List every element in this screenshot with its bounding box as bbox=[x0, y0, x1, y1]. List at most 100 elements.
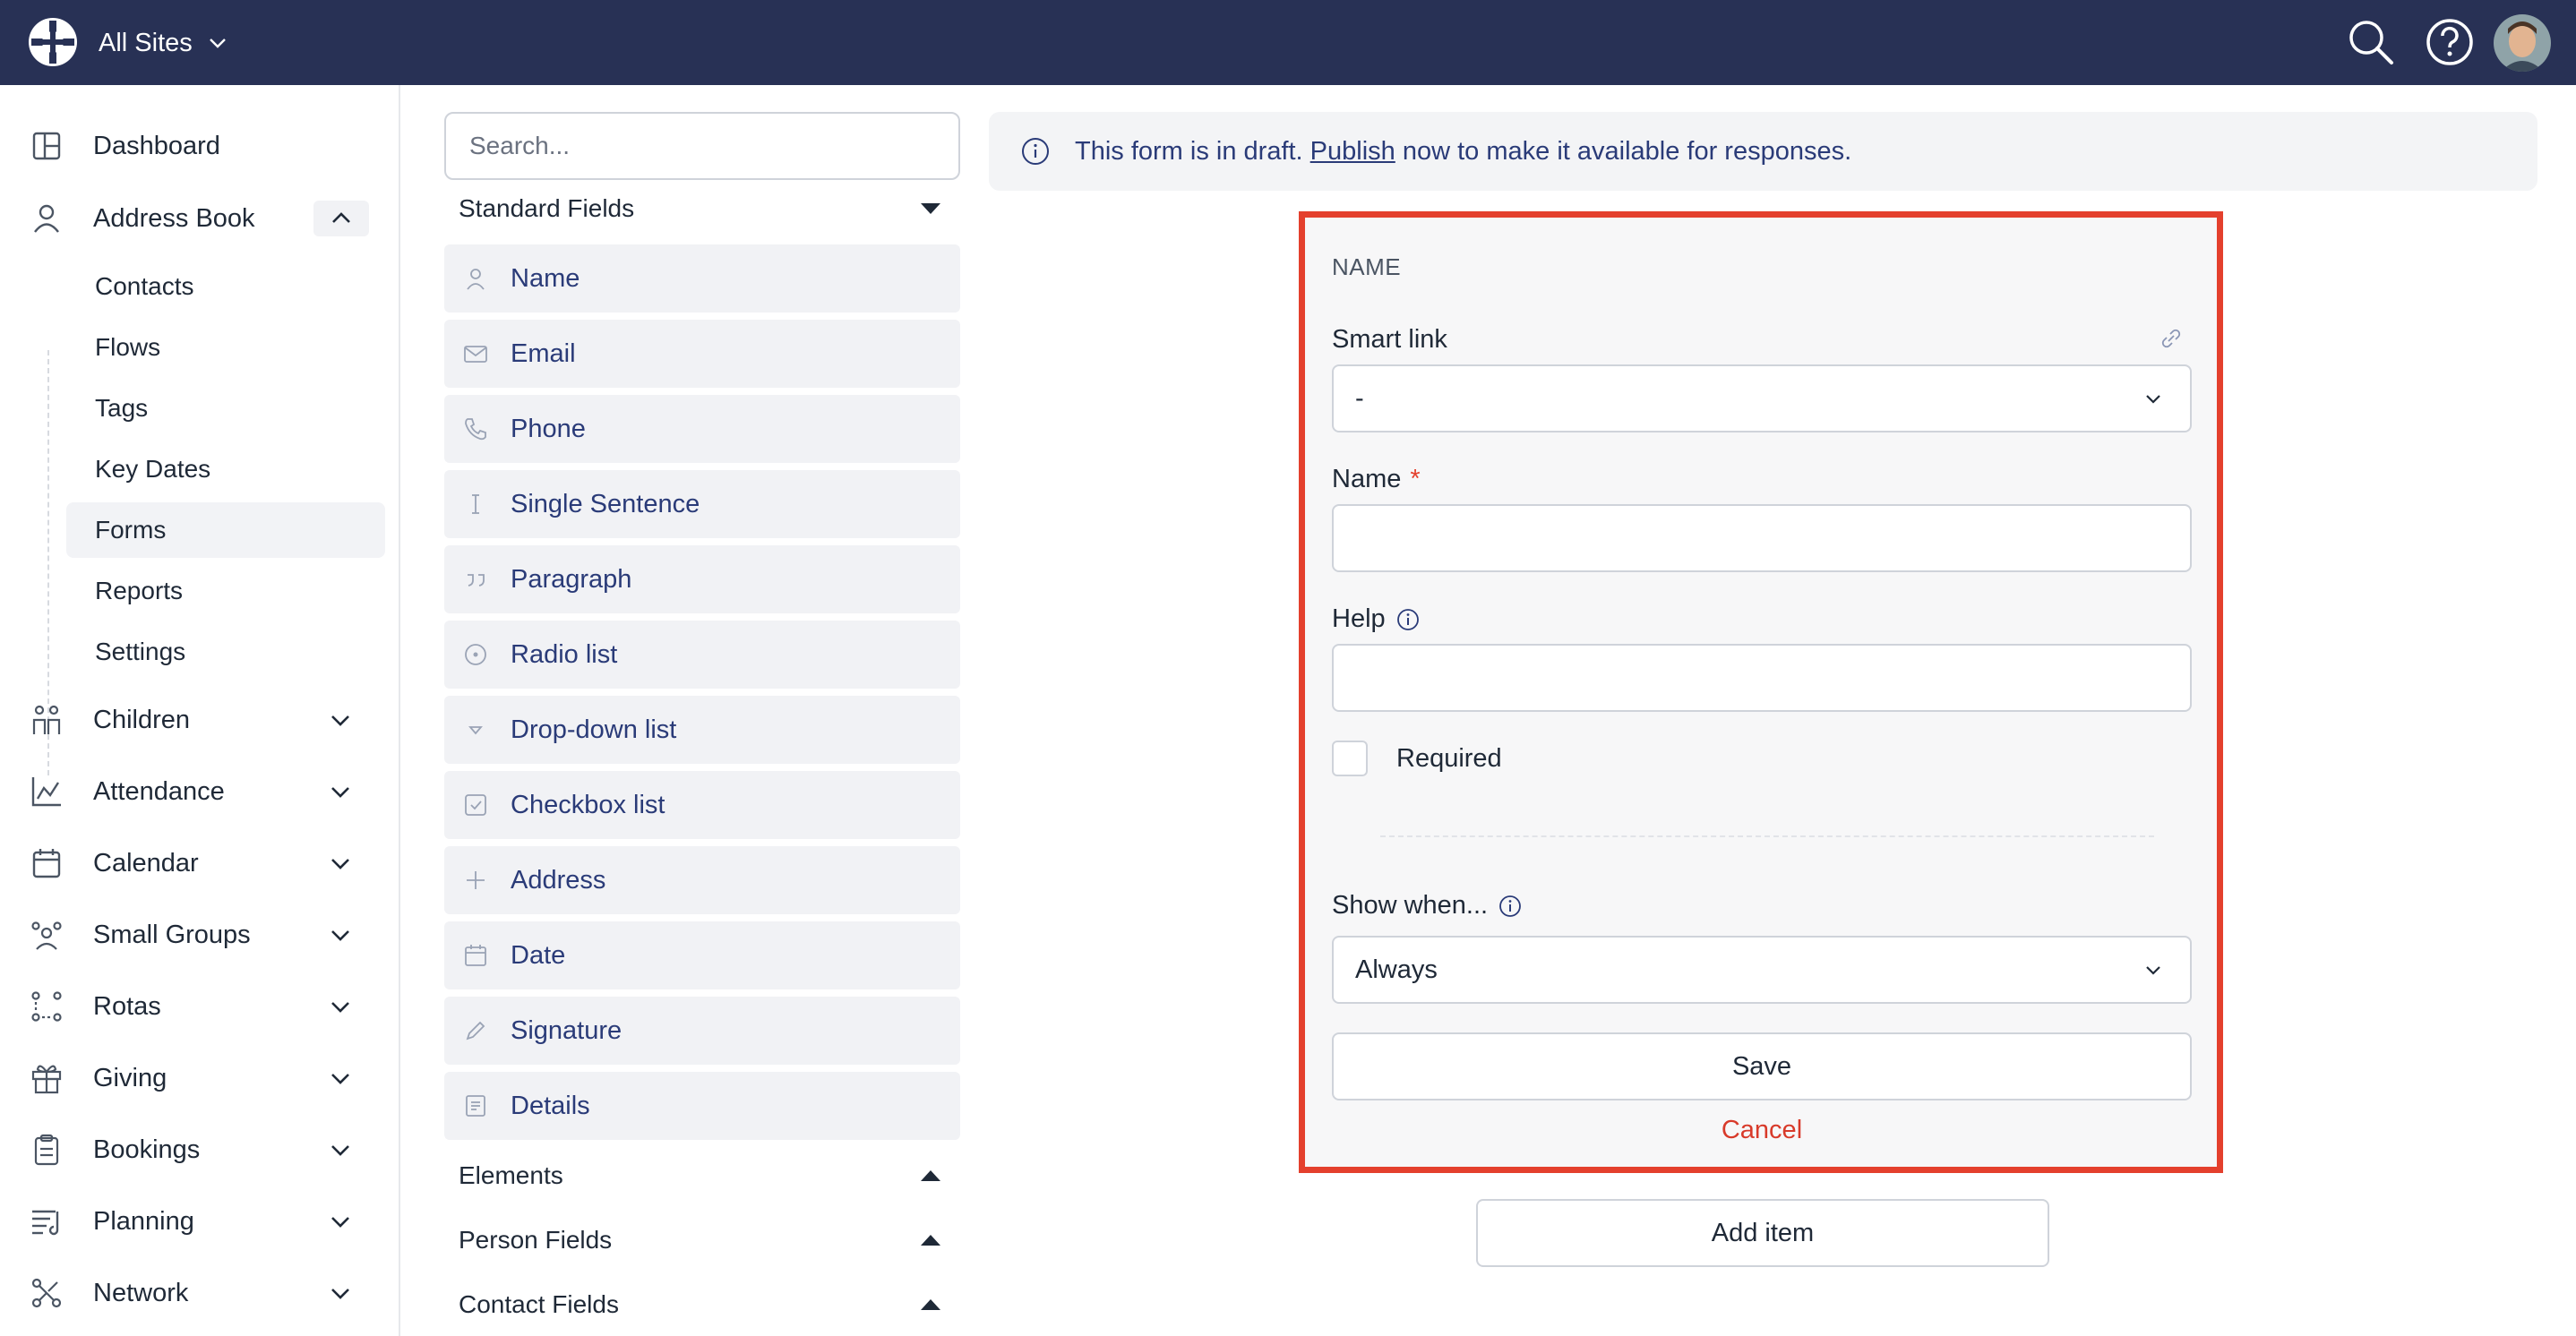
field-item-label: Paragraph bbox=[511, 564, 632, 594]
sidebar-item-bookings[interactable]: Bookings bbox=[0, 1118, 399, 1181]
planning-icon bbox=[32, 1210, 59, 1236]
sidebar-item-label: Children bbox=[93, 705, 190, 734]
sidebar-item-dashboard[interactable]: Dashboard bbox=[0, 115, 399, 177]
sidebar-item-label: Network bbox=[93, 1278, 189, 1307]
smart-link-label-text: Smart link bbox=[1332, 325, 1447, 354]
field-item-label: Phone bbox=[511, 414, 586, 443]
gift-icon bbox=[31, 1065, 62, 1094]
field-item-name[interactable]: Name bbox=[444, 244, 960, 313]
field-item-label: Address bbox=[511, 865, 606, 895]
field-search-input[interactable] bbox=[444, 112, 960, 180]
sidebar-item-label: Calendar bbox=[93, 848, 199, 878]
sidebar-subitem-forms[interactable]: Forms bbox=[66, 502, 385, 558]
calendar-icon bbox=[465, 945, 486, 966]
dashboard-icon bbox=[32, 132, 61, 160]
chevron-down-icon bbox=[331, 1217, 349, 1228]
quote-icon bbox=[468, 574, 485, 587]
sidebar-subitem-flows[interactable]: Flows bbox=[66, 320, 385, 375]
field-item-checkbox-list[interactable]: Checkbox list bbox=[444, 771, 960, 839]
help-icon[interactable] bbox=[2424, 16, 2476, 68]
chevron-down-icon bbox=[2146, 966, 2160, 975]
sidebar-item-rotas[interactable]: Rotas bbox=[0, 975, 399, 1038]
show-when-select[interactable]: Always bbox=[1332, 936, 2192, 1004]
logo-icon[interactable] bbox=[26, 15, 80, 69]
sidebar-item-label: Attendance bbox=[93, 776, 225, 806]
field-item-paragraph[interactable]: Paragraph bbox=[444, 545, 960, 613]
avatar[interactable] bbox=[2494, 14, 2551, 72]
link-icon[interactable] bbox=[2158, 325, 2185, 352]
publish-link[interactable]: Publish bbox=[1310, 137, 1395, 166]
sidebar-item-label: Dashboard bbox=[93, 131, 220, 160]
standard-fields-heading[interactable]: Standard Fields bbox=[444, 182, 960, 236]
elements-heading[interactable]: Elements bbox=[444, 1149, 960, 1203]
sidebar-item-address-book[interactable]: Address Book bbox=[0, 187, 399, 250]
sidebar-item-network[interactable]: Network bbox=[0, 1262, 399, 1324]
field-item-date[interactable]: Date bbox=[444, 921, 960, 989]
name-input[interactable] bbox=[1332, 504, 2192, 572]
field-item-address[interactable]: Address bbox=[444, 846, 960, 914]
required-asterisk: * bbox=[1410, 465, 1421, 493]
checkbox-icon bbox=[465, 794, 486, 816]
divider bbox=[1380, 835, 2154, 837]
cancel-button[interactable]: Cancel bbox=[1332, 1108, 2192, 1152]
info-icon[interactable] bbox=[1395, 606, 1421, 633]
person-fields-label: Person Fields bbox=[459, 1226, 613, 1254]
sidebar-subitem-reports[interactable]: Reports bbox=[66, 563, 385, 619]
sidebar-subitem-contacts[interactable]: Contacts bbox=[66, 259, 385, 314]
required-label: Required bbox=[1396, 744, 1502, 773]
help-input[interactable] bbox=[1332, 644, 2192, 712]
sidebar-item-attendance[interactable]: Attendance bbox=[0, 760, 399, 823]
field-item-radio-list[interactable]: Radio list bbox=[444, 621, 960, 689]
attendance-chart-icon bbox=[31, 777, 61, 807]
field-item-label: Signature bbox=[511, 1015, 623, 1045]
person-fields-heading[interactable]: Person Fields bbox=[444, 1213, 960, 1267]
chevron-down-icon bbox=[331, 1145, 349, 1156]
field-item-drop-down-list[interactable]: Drop-down list bbox=[444, 696, 960, 764]
sidebar-item-small-groups[interactable]: Small Groups bbox=[0, 904, 399, 966]
sidebar-subitem-key-dates[interactable]: Key Dates bbox=[66, 441, 385, 497]
field-item-label: Email bbox=[511, 338, 576, 368]
contact-fields-label: Contact Fields bbox=[459, 1290, 619, 1318]
field-item-signature[interactable]: Signature bbox=[444, 997, 960, 1065]
field-item-label: Name bbox=[511, 263, 580, 293]
info-icon[interactable] bbox=[1497, 893, 1524, 920]
field-item-label: Radio list bbox=[511, 639, 618, 669]
search-icon[interactable] bbox=[2345, 16, 2397, 68]
caret-up-icon bbox=[921, 1170, 940, 1181]
envelope-icon bbox=[464, 346, 487, 363]
add-item-button[interactable]: Add item bbox=[1476, 1199, 2049, 1267]
field-item-email[interactable]: Email bbox=[444, 320, 960, 388]
field-item-phone[interactable]: Phone bbox=[444, 395, 960, 463]
text-cursor-icon bbox=[472, 494, 479, 514]
save-button[interactable]: Save bbox=[1332, 1032, 2192, 1100]
sidebar-subitem-tags[interactable]: Tags bbox=[66, 381, 385, 436]
field-item-details[interactable]: Details bbox=[444, 1072, 960, 1140]
chevron-down-icon bbox=[331, 859, 349, 869]
person-icon bbox=[467, 269, 485, 290]
site-switcher[interactable]: All Sites bbox=[99, 25, 228, 61]
draft-banner-text: This form is in draft. Publish now to ma… bbox=[1075, 137, 1851, 167]
smart-link-select[interactable]: - bbox=[1332, 364, 2192, 432]
chevron-down-icon bbox=[331, 715, 349, 726]
name-label-text: Name bbox=[1332, 465, 1402, 493]
sidebar-item-label: Giving bbox=[93, 1063, 167, 1092]
caret-down-icon bbox=[921, 203, 940, 214]
sidebar-item-calendar[interactable]: Calendar bbox=[0, 832, 399, 895]
contact-fields-heading[interactable]: Contact Fields bbox=[444, 1278, 960, 1332]
info-icon bbox=[1022, 138, 1049, 165]
chevron-down-icon bbox=[2146, 395, 2160, 404]
sidebar-item-giving[interactable]: Giving bbox=[0, 1047, 399, 1109]
field-item-single-sentence[interactable]: Single Sentence bbox=[444, 470, 960, 538]
draft-banner: This form is in draft. Publish now to ma… bbox=[989, 112, 2537, 191]
field-item-label: Single Sentence bbox=[511, 489, 700, 518]
sidebar-subitem-settings[interactable]: Settings bbox=[66, 624, 385, 680]
chevron-down-icon bbox=[209, 39, 226, 48]
sidebar-item-label: Planning bbox=[93, 1206, 194, 1236]
rotas-icon bbox=[31, 991, 62, 1022]
sidebar-item-label: Bookings bbox=[93, 1135, 201, 1164]
show-when-label: Show when... bbox=[1332, 891, 1524, 921]
sidebar-item-children[interactable]: Children bbox=[0, 689, 399, 751]
banner-text-after: now to make it available for responses. bbox=[1395, 136, 1852, 166]
sidebar-item-planning[interactable]: Planning bbox=[0, 1190, 399, 1253]
required-checkbox[interactable] bbox=[1332, 741, 1368, 776]
